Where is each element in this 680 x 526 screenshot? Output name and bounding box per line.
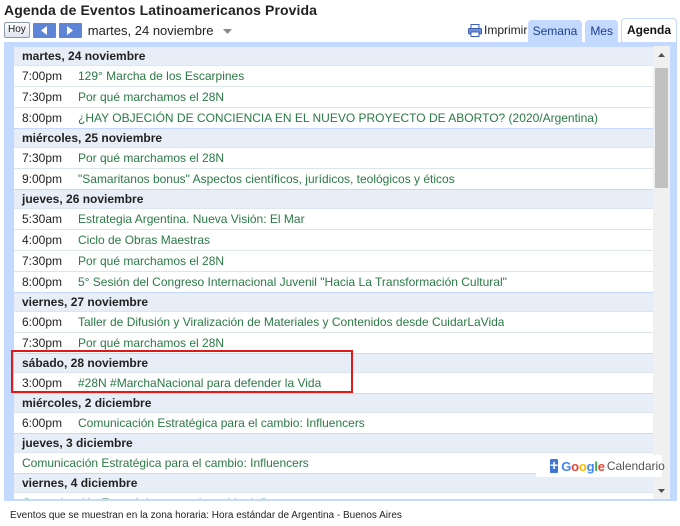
today-button[interactable]: Hoy [4, 22, 30, 38]
scroll-thumb[interactable] [655, 68, 668, 188]
day-header: miércoles, 2 diciembre [14, 393, 653, 412]
day-header: jueves, 26 noviembre [14, 189, 653, 208]
event-title-link[interactable]: Por qué marchamos el 28N [78, 148, 224, 168]
event-row[interactable]: 8:00pm ¿HAY OBJECIÓN DE CONCIENCIA EN EL … [14, 107, 653, 128]
event-row[interactable]: 7:30pm Por qué marchamos el 28N [14, 86, 653, 107]
arrow-left-icon [41, 25, 48, 35]
scroll-up-button[interactable] [653, 46, 670, 63]
tab-agenda[interactable]: Agenda [620, 18, 677, 42]
day-header: martes, 24 noviembre [14, 46, 653, 65]
view-tabs: Semana Mes Agenda [525, 18, 677, 42]
caret-down-icon[interactable] [222, 29, 232, 34]
event-title-link[interactable]: Por qué marchamos el 28N [78, 333, 224, 353]
event-title-link[interactable]: Comunicación Estratégica para el cambio:… [14, 453, 309, 473]
event-row[interactable]: 6:00pm Taller de Difusión y Viralización … [14, 311, 653, 332]
next-button[interactable] [58, 22, 82, 38]
previous-button[interactable] [32, 22, 56, 38]
event-time: 3:00pm [22, 376, 63, 390]
google-logo: Google [561, 458, 605, 474]
print-label: Imprimir [484, 23, 528, 37]
event-title-link[interactable]: 129° Marcha de los Escarpines [78, 66, 244, 86]
event-row[interactable]: 6:00pm Comunicación Estratégica para el c… [14, 412, 653, 433]
event-row[interactable]: 7:30pm Por qué marchamos el 28N [14, 332, 653, 353]
calendar-title: Agenda de Eventos Latinoamericanos Provi… [4, 2, 318, 18]
printer-icon [468, 23, 482, 37]
event-time: 7:30pm [22, 151, 63, 165]
agenda-frame: martes, 24 noviembre 7:00pm 129° Marcha de… [4, 42, 677, 501]
scrollbar[interactable] [653, 46, 670, 499]
event-title-link[interactable]: "Samaritanos bonus" Aspectos científicos… [78, 169, 455, 189]
tab-month[interactable]: Mes [585, 20, 618, 42]
event-row[interactable]: 7:30pm Por qué marchamos el 28N [14, 147, 653, 168]
google-calendar-badge[interactable]: + Google Calendario [536, 455, 665, 477]
event-time: 5:30am [22, 212, 63, 226]
event-time: 7:00pm [22, 69, 63, 83]
event-title-link[interactable]: Por qué marchamos el 28N [78, 251, 224, 271]
event-row[interactable]: 8:00pm 5° Sesión del Congreso Internacion… [14, 271, 653, 292]
print-button[interactable]: Imprimir [468, 22, 527, 38]
event-time: 7:30pm [22, 90, 63, 104]
event-time: 7:30pm [22, 336, 63, 350]
event-time: 8:00pm [22, 275, 63, 289]
scroll-down-arrow-icon [658, 488, 665, 493]
event-row[interactable]: 7:30pm Por qué marchamos el 28N [14, 250, 653, 271]
event-title-link[interactable]: Ciclo de Obras Maestras [78, 230, 210, 250]
current-date-label[interactable]: martes, 24 noviembre [88, 23, 214, 38]
event-title-link[interactable]: Taller de Difusión y Viralización de Mat… [78, 312, 504, 332]
scroll-up-arrow-icon [658, 52, 665, 57]
day-header: sábado, 28 noviembre [14, 353, 653, 372]
event-row[interactable]: 4:00pm Ciclo de Obras Maestras [14, 229, 653, 250]
scroll-down-button[interactable] [653, 482, 670, 499]
event-time: 6:00pm [22, 416, 63, 430]
event-title-link[interactable]: Comunicación Estratégica para el cambio:… [78, 413, 365, 433]
event-row[interactable]: Comunicación Estratégica para el cambio:… [14, 492, 653, 499]
tab-week[interactable]: Semana [527, 20, 583, 42]
day-header: jueves, 3 diciembre [14, 433, 653, 452]
plus-icon: + [550, 457, 559, 473]
event-time: 4:00pm [22, 233, 63, 247]
event-row[interactable]: 3:00pm #28N #MarchaNacional para defender… [14, 372, 653, 393]
arrow-right-icon [67, 25, 74, 35]
agenda-list[interactable]: martes, 24 noviembre 7:00pm 129° Marcha de… [14, 46, 653, 499]
event-time: 6:00pm [22, 315, 63, 329]
event-row[interactable]: 5:30am Estrategia Argentina. Nueva Visión… [14, 208, 653, 229]
event-title-link[interactable]: Comunicación Estratégica para el cambio:… [14, 493, 309, 499]
event-time: 7:30pm [22, 254, 63, 268]
event-title-link[interactable]: 5° Sesión del Congreso Internacional Juv… [78, 272, 507, 292]
day-header: miércoles, 25 noviembre [14, 128, 653, 147]
event-time: 8:00pm [22, 111, 63, 125]
event-row[interactable]: 9:00pm "Samaritanos bonus" Aspectos cient… [14, 168, 653, 189]
event-title-link[interactable]: Por qué marchamos el 28N [78, 87, 224, 107]
event-row[interactable]: 7:00pm 129° Marcha de los Escarpines [14, 65, 653, 86]
event-title-link[interactable]: #28N #MarchaNacional para defender la Vi… [78, 373, 321, 393]
event-title-link[interactable]: Estrategia Argentina. Nueva Visión: El M… [78, 209, 305, 229]
toolbar: Hoy martes, 24 noviembre [4, 20, 232, 40]
calendar-label: Calendario [606, 459, 665, 473]
timezone-note: Eventos que se muestran en la zona horar… [10, 510, 402, 521]
event-time: 9:00pm [22, 172, 63, 186]
event-title-link[interactable]: ¿HAY OBJECIÓN DE CONCIENCIA EN EL NUEVO … [78, 108, 598, 128]
day-header: viernes, 27 noviembre [14, 292, 653, 311]
